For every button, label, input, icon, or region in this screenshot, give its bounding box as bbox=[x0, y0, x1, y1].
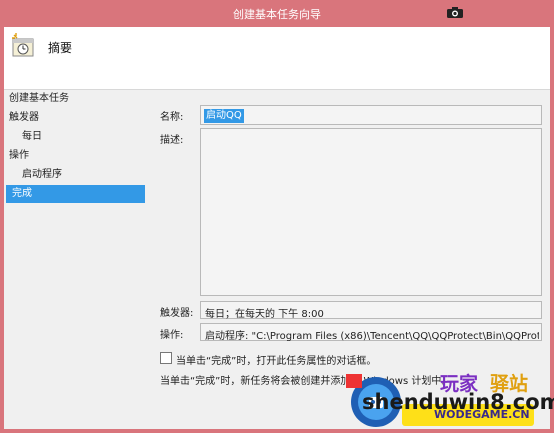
page-title: 摘要 bbox=[48, 41, 73, 55]
action-field: 启动程序: "C:\Program Files (x86)\Tencent\QQ… bbox=[200, 323, 542, 342]
wizard-window: 创建基本任务向导 摘要 创建基本任务 触发器 每日 操作 启动程序 完成 名称:… bbox=[0, 0, 554, 433]
name-field[interactable]: 启动QQ bbox=[200, 105, 542, 125]
trigger-label: 触发器: bbox=[160, 308, 194, 319]
site-watermark: 玩家 驿站 shenduwin8.com WODEGAME.CN bbox=[342, 368, 554, 429]
sidebar-item-action[interactable]: 操作 bbox=[9, 147, 29, 165]
wizard-steps-sidebar: 创建基本任务 触发器 每日 操作 启动程序 完成 bbox=[4, 90, 149, 390]
watermark-text-d: WODEGAME.CN bbox=[434, 408, 530, 421]
action-value: 启动程序: "C:\Program Files (x86)\Tencent\QQ… bbox=[205, 331, 539, 342]
task-clock-icon bbox=[12, 33, 34, 57]
trigger-value: 每日；在每天的 下午 8:00 bbox=[205, 309, 324, 320]
name-label: 名称: bbox=[160, 112, 184, 123]
window-title: 创建基本任务向导 bbox=[233, 8, 321, 21]
trigger-field: 每日；在每天的 下午 8:00 bbox=[200, 301, 542, 320]
description-label: 描述: bbox=[160, 135, 184, 146]
open-properties-checkbox-label[interactable]: 当单击“完成”时，打开此任务属性的对话框。 bbox=[176, 352, 376, 367]
wizard-header: 摘要 bbox=[4, 27, 550, 90]
sidebar-item-create-basic-task[interactable]: 创建基本任务 bbox=[9, 90, 69, 108]
description-field[interactable] bbox=[200, 128, 542, 296]
sidebar-item-start-program[interactable]: 启动程序 bbox=[22, 166, 62, 184]
sidebar-item-finish[interactable]: 完成 bbox=[6, 185, 145, 203]
name-value: 启动QQ bbox=[204, 109, 244, 123]
open-properties-checkbox[interactable] bbox=[160, 352, 172, 364]
wizard-client-area: 摘要 创建基本任务 触发器 每日 操作 启动程序 完成 名称: 启动QQ 描述:… bbox=[4, 27, 554, 429]
title-bar[interactable]: 创建基本任务向导 bbox=[0, 0, 554, 27]
sidebar-item-trigger[interactable]: 触发器 bbox=[9, 109, 39, 127]
action-label: 操作: bbox=[160, 330, 184, 341]
camera-icon bbox=[447, 7, 463, 18]
sidebar-item-daily[interactable]: 每日 bbox=[22, 128, 42, 146]
